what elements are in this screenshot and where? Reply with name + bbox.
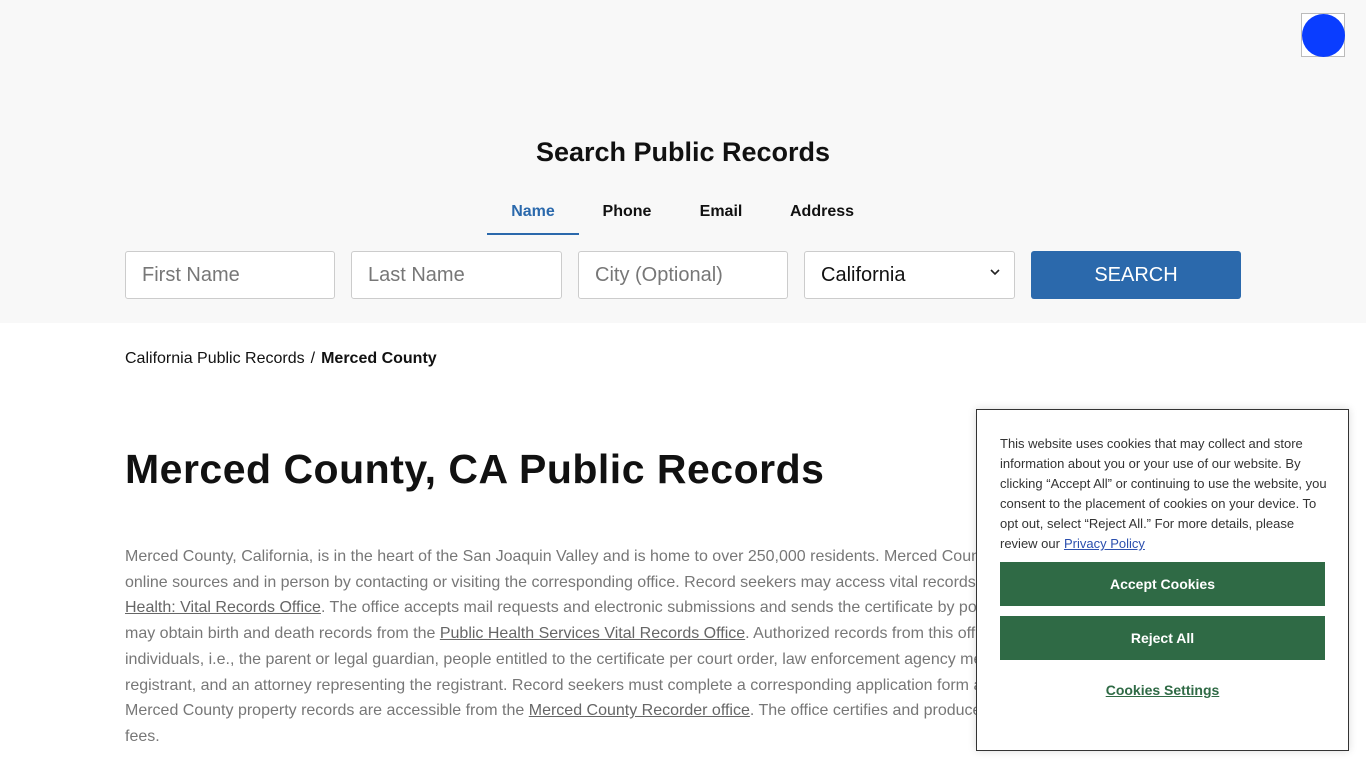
breadcrumb-parent-link[interactable]: California Public Records bbox=[125, 350, 305, 367]
cookie-message: This website uses cookies that may colle… bbox=[1000, 434, 1330, 554]
search-hero: Search Public Records Name Phone Email A… bbox=[0, 0, 1366, 323]
text-segment: may obtain birth and death records from … bbox=[125, 625, 440, 643]
text-segment: fees. bbox=[125, 727, 160, 745]
state-select[interactable]: California bbox=[804, 251, 1015, 299]
last-name-input[interactable] bbox=[351, 251, 562, 299]
tab-address[interactable]: Address bbox=[767, 193, 877, 235]
search-tabs: Name Phone Email Address bbox=[487, 193, 877, 235]
text-segment: online sources and in person by contacti… bbox=[125, 573, 976, 591]
text-segment: Merced County, California, is in the hea… bbox=[125, 548, 980, 565]
privacy-policy-link[interactable]: Privacy Policy bbox=[1064, 536, 1145, 551]
cookies-settings-link[interactable]: Cookies Settings bbox=[1000, 682, 1325, 698]
first-name-input[interactable] bbox=[125, 251, 335, 299]
search-button[interactable]: SEARCH bbox=[1031, 251, 1241, 299]
cookie-message-text: This website uses cookies that may colle… bbox=[1000, 436, 1327, 551]
text-segment: registrant, and an attorney representing… bbox=[125, 676, 983, 694]
text-segment: . The office accepts mail requests and e… bbox=[320, 599, 977, 617]
broken-image-icon[interactable] bbox=[1301, 13, 1345, 57]
search-title: Search Public Records bbox=[535, 137, 831, 167]
county-recorder-link[interactable]: Merced County Recorder office bbox=[529, 702, 750, 719]
breadcrumb-current: Merced County bbox=[321, 350, 437, 367]
accept-cookies-button[interactable]: Accept Cookies bbox=[1000, 562, 1325, 606]
text-segment: . Authorized records from this off bbox=[745, 625, 976, 643]
page-title: Merced County, CA Public Records bbox=[125, 446, 825, 492]
cookie-consent-dialog: This website uses cookies that may colle… bbox=[976, 409, 1349, 751]
tab-name[interactable]: Name bbox=[487, 193, 579, 235]
breadcrumb: California Public Records / Merced County bbox=[125, 350, 437, 368]
logo-blue-circle bbox=[1302, 14, 1345, 57]
vital-records-office-link[interactable]: Health: Vital Records Office bbox=[125, 599, 321, 616]
text-segment: individuals, i.e., the parent or legal g… bbox=[125, 650, 983, 668]
text-segment: Merced County property records are acces… bbox=[125, 702, 529, 720]
chevron-down-icon bbox=[990, 269, 1000, 276]
tab-email[interactable]: Email bbox=[675, 193, 767, 235]
text-segment: . The office certifies and produce bbox=[749, 702, 982, 720]
breadcrumb-separator: / bbox=[310, 350, 316, 367]
state-select-value: California bbox=[821, 264, 906, 286]
reject-all-button[interactable]: Reject All bbox=[1000, 616, 1325, 660]
public-health-vital-records-link[interactable]: Public Health Services Vital Records Off… bbox=[440, 625, 745, 642]
city-input[interactable] bbox=[578, 251, 788, 299]
tab-phone[interactable]: Phone bbox=[579, 193, 675, 235]
